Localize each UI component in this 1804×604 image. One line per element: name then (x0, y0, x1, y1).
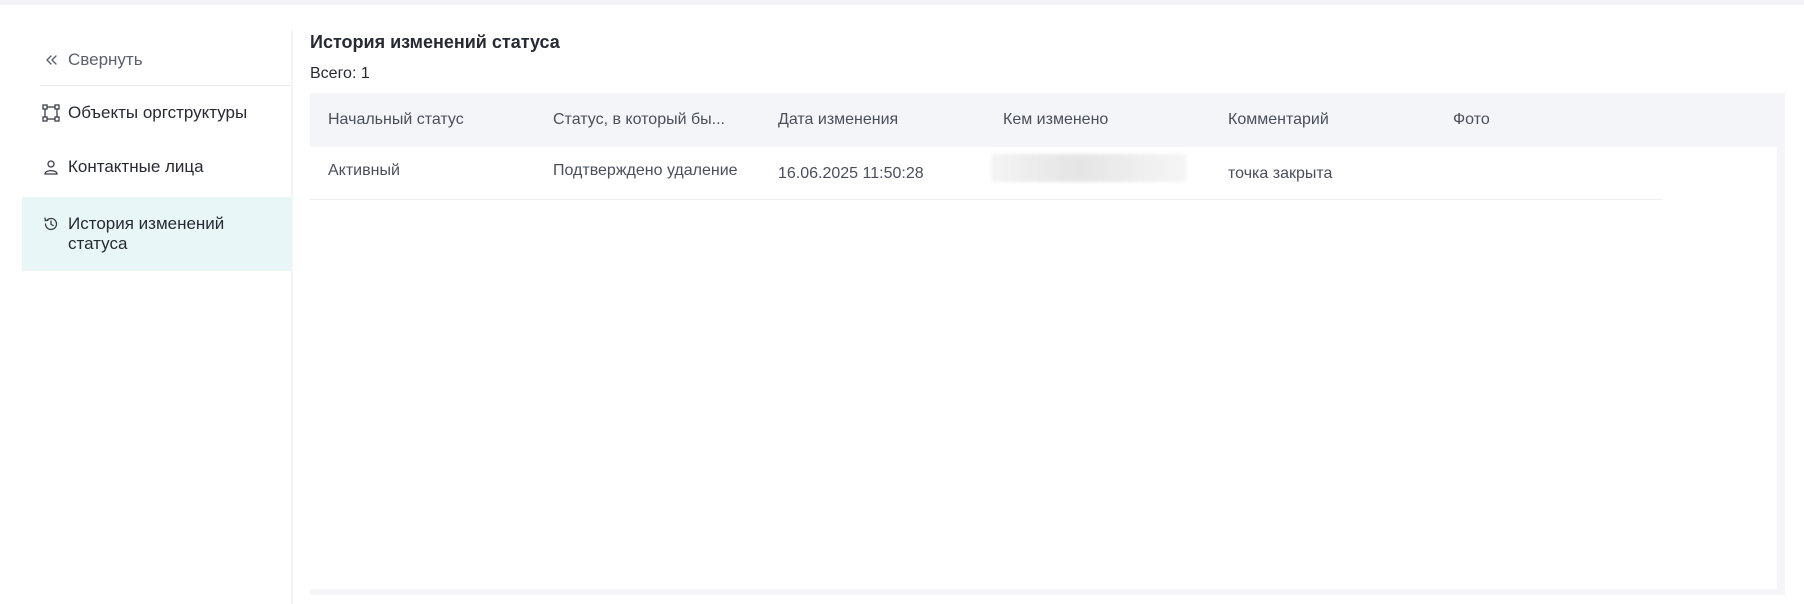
cell-comment: точка закрыта (1228, 165, 1333, 182)
column-header-new-status[interactable]: Статус, в который бы... (553, 111, 743, 129)
person-icon (40, 156, 62, 178)
sidebar-item-label: Контактные лица (68, 157, 204, 176)
sidebar-separator (291, 30, 293, 604)
column-header-photo[interactable]: Фото (1453, 111, 1653, 129)
sidebar-item-label: История изменений статуса (68, 214, 225, 253)
column-header-date[interactable]: Дата изменения (778, 111, 978, 129)
sidebar-item-status-history[interactable]: История изменений статуса (22, 197, 291, 271)
org-structure-icon (40, 102, 62, 124)
double-chevron-left-icon (40, 49, 62, 71)
status-history-table: Начальный статус Статус, в который бы...… (310, 93, 1785, 595)
collapse-button[interactable]: Свернуть (40, 44, 143, 76)
history-icon (40, 213, 62, 235)
total-count: Всего: 1 (310, 65, 370, 82)
table-row[interactable]: Активный Подтверждено удаление 16.06.202… (310, 147, 1662, 200)
sidebar: Свернуть Объекты оргструктуры Контактные… (22, 30, 292, 604)
column-header-initial-status[interactable]: Начальный статус (328, 111, 528, 129)
collapse-label: Свернуть (68, 50, 143, 69)
table-header: Начальный статус Статус, в который бы...… (310, 93, 1777, 147)
column-header-changed-by[interactable]: Кем изменено (1003, 111, 1203, 129)
cell-new-status: Подтверждено удаление (553, 162, 738, 179)
sidebar-item-org-objects[interactable]: Объекты оргструктуры (22, 102, 291, 142)
sidebar-divider (40, 85, 292, 86)
cell-changed-by-redacted (991, 154, 1187, 182)
sidebar-item-label: Объекты оргструктуры (68, 103, 248, 122)
page-title: История изменений статуса (310, 32, 560, 52)
top-bar (0, 0, 1804, 5)
column-header-comment[interactable]: Комментарий (1228, 111, 1428, 129)
cell-date: 16.06.2025 11:50:28 (778, 165, 924, 182)
sidebar-item-contacts[interactable]: Контактные лица (22, 156, 291, 196)
cell-initial-status: Активный (328, 162, 400, 179)
